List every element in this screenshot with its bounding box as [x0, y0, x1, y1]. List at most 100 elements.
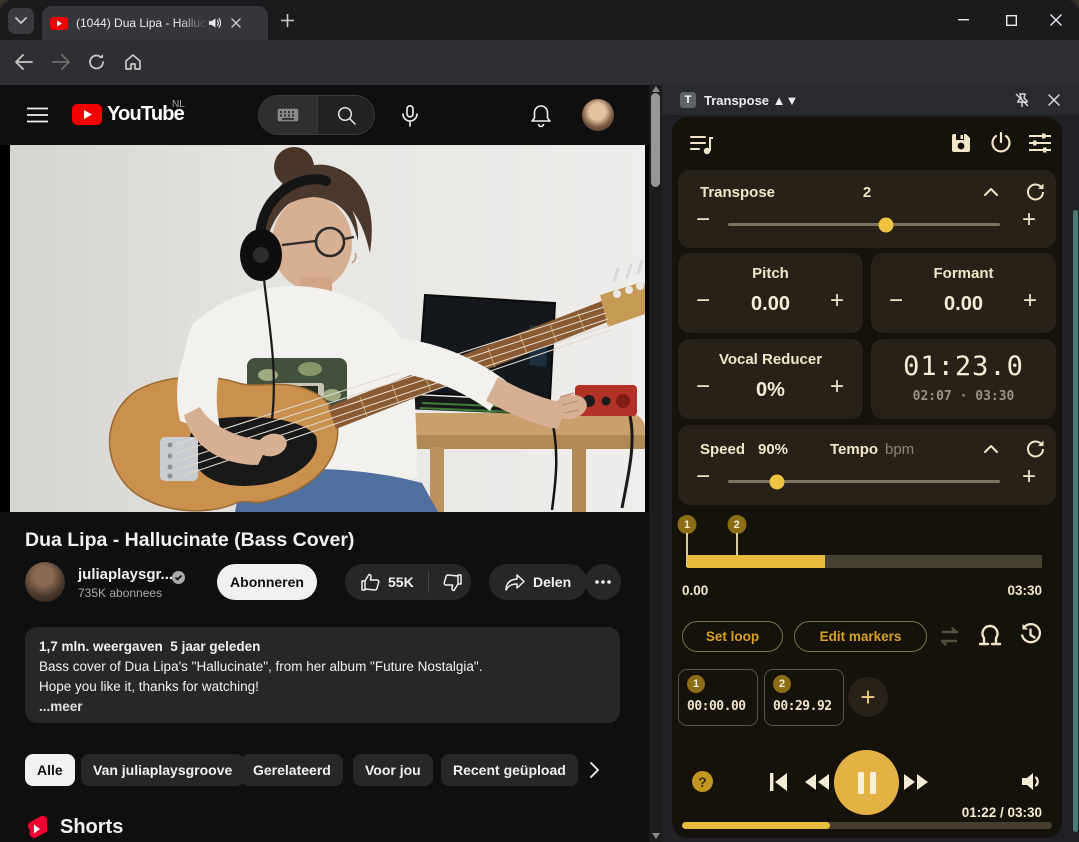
tab-search-button[interactable]: [8, 8, 34, 34]
time-display-card[interactable]: 01:23.0 02:07 · 03:30: [871, 339, 1056, 419]
timeline-bar[interactable]: [687, 555, 1042, 568]
share-label: Delen: [533, 574, 571, 590]
speed-reset-icon[interactable]: [1026, 439, 1045, 458]
side-panel-close-icon[interactable]: [1048, 94, 1060, 106]
youtube-avatar[interactable]: [582, 99, 614, 131]
add-marker-button[interactable]: +: [848, 677, 888, 717]
help-button[interactable]: ?: [692, 771, 713, 792]
save-icon[interactable]: [950, 132, 972, 154]
scrollbar-thumb[interactable]: [651, 93, 660, 187]
keyboard-button[interactable]: [259, 96, 317, 134]
youtube-logo-icon[interactable]: [72, 104, 102, 125]
formant-plus-button[interactable]: +: [1023, 291, 1037, 311]
transport-time: 01:22 / 03:30: [902, 805, 1042, 820]
video-player[interactable]: [0, 145, 662, 512]
pitch-plus-button[interactable]: +: [830, 291, 844, 311]
voice-search-icon[interactable]: [400, 105, 420, 127]
vocal-reducer-card: Vocal Reducer − 0% +: [678, 339, 863, 419]
fast-forward-icon[interactable]: [904, 774, 928, 790]
youtube-favicon: [50, 17, 68, 30]
transpose-slider-thumb[interactable]: [878, 217, 893, 232]
transpose-extension-panel: Transpose 2 − + Pitch − 0.00 + Formant −: [672, 117, 1062, 838]
timeline-progress: [687, 555, 825, 568]
ab-loop-icon[interactable]: [978, 624, 1002, 647]
marker-2-badge: 2: [773, 675, 791, 693]
reload-button[interactable]: [88, 53, 105, 71]
speed-slider[interactable]: [728, 480, 1000, 483]
transpose-plus-button[interactable]: +: [1022, 210, 1036, 230]
edit-markers-button[interactable]: Edit markers: [794, 621, 927, 652]
home-button[interactable]: [124, 53, 142, 71]
like-icon[interactable]: [361, 573, 380, 592]
description-more[interactable]: ...meer: [39, 697, 606, 717]
marker-chip-2[interactable]: 2 00:29.92: [764, 669, 844, 726]
side-panel: T Transpose ▲▼ Transpose 2 − +: [662, 85, 1079, 842]
scroll-down-icon[interactable]: [652, 833, 660, 839]
back-button[interactable]: [15, 54, 33, 70]
maximize-button[interactable]: [988, 0, 1034, 40]
timeline-start-label: 0.00: [682, 583, 708, 598]
queue-music-icon[interactable]: [690, 134, 714, 156]
chip-gerelateerd[interactable]: Gerelateerd: [241, 754, 343, 786]
speed-slider-thumb[interactable]: [769, 474, 784, 489]
description-box[interactable]: 1,7 mln. weergaven 5 jaar geleden Bass c…: [25, 627, 620, 723]
collapse-chevron-icon[interactable]: [984, 445, 998, 453]
panel-progress-fill: [682, 822, 830, 829]
like-count[interactable]: 55K: [388, 574, 414, 590]
speed-minus-button[interactable]: −: [696, 467, 710, 487]
transpose-slider[interactable]: [728, 223, 1000, 226]
more-actions-button[interactable]: [585, 564, 621, 600]
forward-button[interactable]: [52, 54, 70, 70]
tab-audio-icon[interactable]: [208, 17, 221, 29]
search-button[interactable]: [317, 96, 374, 134]
youtube-page: YouTube NL Maken 9+: [0, 85, 662, 842]
unpin-icon[interactable]: [1014, 92, 1030, 108]
guide-hamburger-icon[interactable]: [27, 107, 48, 123]
settings-sliders-icon[interactable]: [1028, 132, 1052, 154]
skip-start-icon[interactable]: [770, 773, 787, 791]
subscribe-button[interactable]: Abonneren: [217, 564, 317, 600]
speed-plus-button[interactable]: +: [1022, 467, 1036, 487]
search-box[interactable]: [258, 95, 375, 135]
minimize-button[interactable]: [940, 0, 986, 40]
repeat-icon[interactable]: [938, 626, 961, 647]
page-scrollbar[interactable]: [649, 85, 662, 842]
scroll-up-icon[interactable]: [652, 86, 660, 92]
share-button[interactable]: Delen: [489, 564, 587, 600]
dislike-icon[interactable]: [443, 573, 462, 592]
markers-timeline[interactable]: 1 2: [687, 515, 1042, 579]
set-loop-button[interactable]: Set loop: [682, 621, 783, 652]
notifications-bell-icon[interactable]: [530, 104, 552, 128]
chip-recent[interactable]: Recent geüpload: [441, 754, 578, 786]
side-panel-title: Transpose ▲▼: [704, 93, 798, 108]
chips-scroll-right-icon[interactable]: [590, 762, 599, 778]
panel-scrollbar[interactable]: [1073, 210, 1078, 832]
shorts-heading[interactable]: Shorts: [60, 816, 123, 839]
vocal-plus-button[interactable]: +: [830, 377, 844, 397]
new-tab-button[interactable]: [281, 14, 294, 27]
collapse-chevron-icon[interactable]: [984, 188, 998, 196]
tab-title: (1044) Dua Lipa - Hallucinat: [76, 16, 208, 30]
window-close-button[interactable]: [1033, 0, 1079, 40]
power-icon[interactable]: [990, 132, 1012, 154]
speed-value: 90%: [758, 441, 788, 458]
volume-icon[interactable]: [1022, 772, 1042, 791]
channel-avatar[interactable]: [25, 562, 65, 602]
chip-voor-jou[interactable]: Voor jou: [353, 754, 433, 786]
timeline-marker-1[interactable]: 1: [678, 515, 697, 534]
pause-button[interactable]: [834, 750, 899, 815]
transpose-minus-button[interactable]: −: [696, 210, 710, 230]
active-tab[interactable]: (1044) Dua Lipa - Hallucinat: [42, 6, 268, 40]
timeline-marker-2[interactable]: 2: [727, 515, 746, 534]
description-line: Bass cover of Dua Lipa's "Hallucinate", …: [39, 657, 606, 677]
history-icon[interactable]: [1019, 623, 1042, 646]
tempo-label[interactable]: Tempo: [830, 441, 878, 458]
panel-progress-bar[interactable]: [682, 822, 1052, 829]
tab-close-icon[interactable]: [231, 18, 241, 28]
marker-chip-1[interactable]: 1 00:00.00: [678, 669, 758, 726]
channel-name[interactable]: juliaplaysgr...: [78, 566, 173, 583]
chip-van-channel[interactable]: Van juliaplaysgroove: [81, 754, 244, 786]
rewind-icon[interactable]: [805, 774, 829, 790]
transpose-reset-icon[interactable]: [1026, 182, 1045, 201]
chip-alle[interactable]: Alle: [25, 754, 75, 786]
